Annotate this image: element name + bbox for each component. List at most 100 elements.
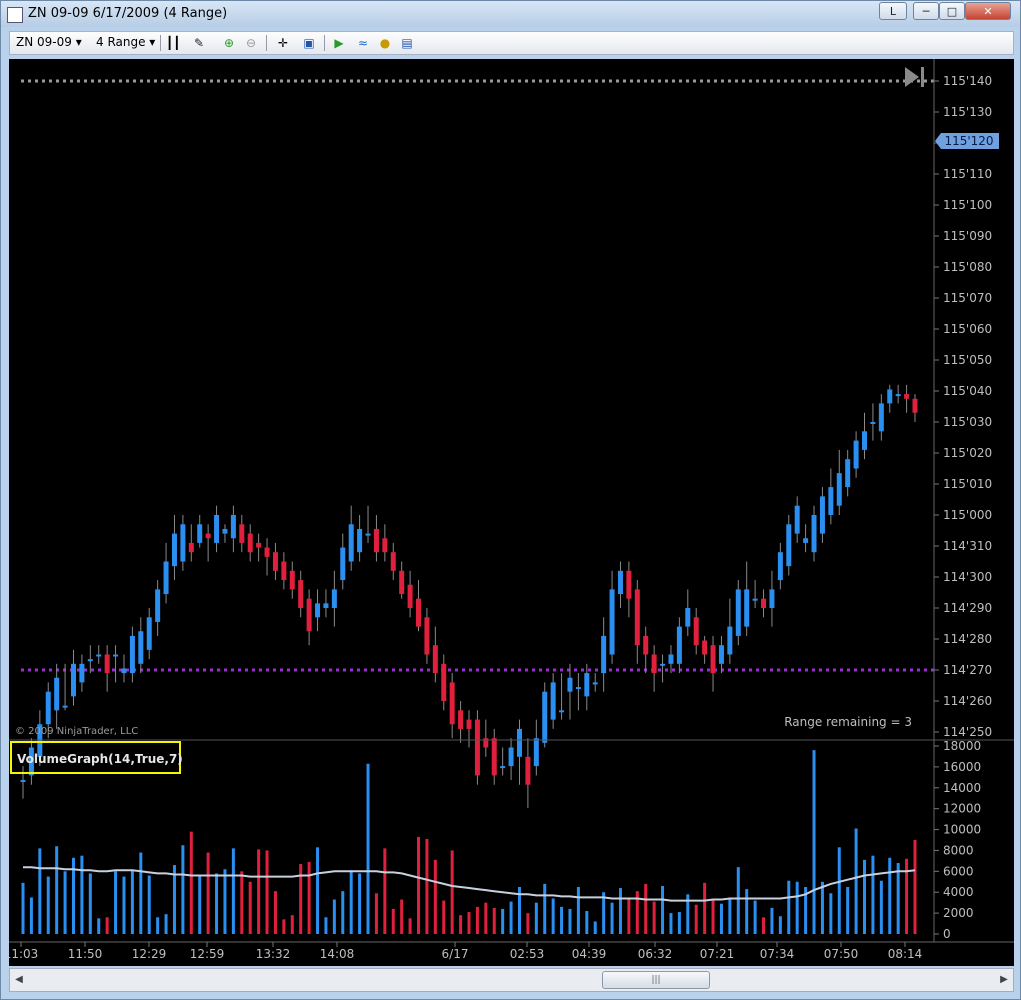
candle-body [424,617,430,655]
volume-bar [223,869,227,934]
candle-body [500,766,506,769]
volume-bar [879,880,883,934]
candle-body [399,570,405,595]
price-tick-label: 114'310 [943,539,992,553]
scroll-right-icon[interactable]: ▶ [995,969,1013,991]
candle [188,524,194,562]
properties-icon[interactable]: ▤ [400,36,414,50]
price-tick-label: 115'140 [943,74,992,88]
candle [836,449,842,515]
volume-bar [46,876,50,934]
drawing-pencil-icon[interactable]: ✎ [192,36,206,50]
candle [634,580,640,664]
chart-canvas[interactable]: 115'140 115'130 115'120 115'110 115'100 115'0… [4,59,1014,966]
zoom-out-icon[interactable]: ⊖ [244,36,258,50]
candle-body [458,710,464,729]
strategies-icon[interactable]: ● [378,36,392,50]
candle-body [870,422,876,424]
app-icon [7,7,23,23]
current-price-marker: 115'120 [935,133,999,149]
horizontal-scrollbar[interactable]: ◀ ||| ▶ [9,968,1014,992]
zoom-in-icon[interactable]: ⊕ [222,36,236,50]
price-tick-label: 115'060 [943,322,992,336]
scroll-thumb[interactable]: ||| [602,971,710,989]
candle [416,580,422,632]
volume-bar [349,870,353,934]
candle [458,701,464,743]
minimize-icon[interactable]: ─ [913,2,939,20]
volume-bar [871,855,875,934]
volume-bar [652,901,656,934]
candle-body [163,561,169,595]
close-icon[interactable]: ✕ [965,2,1011,20]
price-tick-label: 114'300 [943,570,992,584]
scroll-left-icon[interactable]: ◀ [10,969,28,991]
indicators-icon[interactable]: ≈ [356,36,370,50]
data-box-icon[interactable]: ▣ [302,36,316,50]
candle [853,431,859,478]
candle-body [491,738,497,776]
candle [256,533,262,562]
maximize-icon[interactable]: □ [939,2,965,20]
volume-bar [55,846,59,934]
volume-bar [316,847,320,934]
period-selector[interactable]: 4 Range ▾ [96,35,155,49]
volume-bar [812,750,816,934]
volume-tick-label: 16000 [943,760,981,774]
indicator-label[interactable]: VolumeGraph(14,True,7) [17,752,183,766]
volume-tick-label: 4000 [943,885,974,899]
price-tick-label: 115'110 [943,167,992,181]
crosshair-icon[interactable]: ✛ [276,36,290,50]
scroll-to-end-icon[interactable] [905,67,924,87]
candle [912,394,918,422]
candle [516,719,522,785]
candle-body [718,645,724,664]
candle-body [348,524,354,562]
candle-body [769,589,775,608]
candle [508,738,514,781]
volume-bar [745,889,749,934]
price-tick-label: 115'070 [943,291,992,305]
candle [79,654,85,692]
candle-body [609,589,615,655]
volume-bar [593,921,597,934]
candle [845,449,851,497]
chart-panel[interactable]: 115'140 115'130 115'120 115'110 115'100 115'0… [4,59,1014,966]
volume-bar [888,857,892,934]
time-tick-label: 07:50 [824,947,859,961]
candle-body [331,589,337,608]
current-price-label: 115'120 [944,134,993,148]
volume-bar [391,908,395,934]
candle-body [584,673,590,697]
candle [609,570,615,664]
candle [96,645,102,664]
candle-body [357,528,363,553]
link-button[interactable]: L [879,2,907,20]
candle-body [845,459,851,488]
instrument-selector[interactable]: ZN 09-09 ▾ [16,35,82,49]
time-tick-label: 06:32 [638,947,673,961]
candle-body [365,533,371,536]
time-tick-label: 02:53 [510,947,545,961]
volume-bar [408,918,412,934]
title-bar[interactable]: ZN 09-09 6/17/2009 (4 Range) L ─ □ ✕ [1,1,1020,27]
volume-bar [442,900,446,934]
volume-tick-label: 0 [943,927,951,941]
candle-body [912,398,918,413]
price-tick-label: 115'090 [943,229,992,243]
volume-bar [114,871,118,934]
candle [348,505,354,571]
instrument-list-icon[interactable]: ▶ [332,36,346,50]
volume-bar [290,915,294,934]
volume-bar [770,907,774,934]
candle [862,412,868,460]
candle [121,654,127,683]
candle-body [702,640,708,655]
candle [373,515,379,562]
candle-body [626,570,632,599]
candle-body [617,570,623,595]
bar-style-icon[interactable]: ┃┃ [166,36,180,50]
candle [390,542,396,581]
candle-body [575,687,581,690]
candle-body [70,663,76,697]
